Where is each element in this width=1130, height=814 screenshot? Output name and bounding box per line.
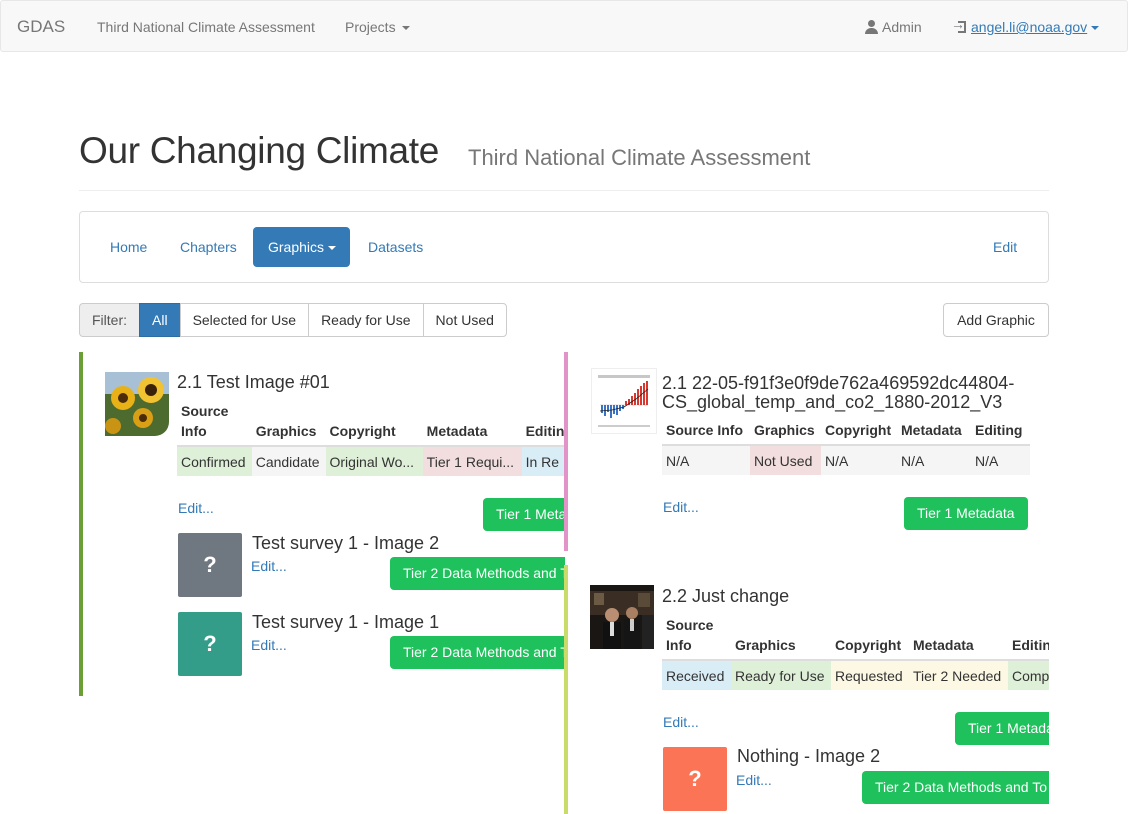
child-edit-link[interactable]: Edit... bbox=[736, 772, 772, 788]
tab-datasets[interactable]: Datasets bbox=[353, 227, 438, 267]
tab-graphics-label: Graphics bbox=[268, 239, 325, 255]
card-status-bar bbox=[79, 352, 83, 696]
status-copyright: N/A bbox=[821, 444, 897, 475]
col-editing: Editing bbox=[1012, 637, 1049, 653]
section-nav: Home Chapters Graphics Datasets Edit bbox=[79, 211, 1049, 283]
col-graphics: Graphics bbox=[735, 637, 796, 653]
col-copyright: Copyright bbox=[329, 423, 396, 439]
add-graphic-button[interactable]: Add Graphic bbox=[943, 303, 1049, 337]
filter-group: Filter: All Selected for Use Ready for U… bbox=[79, 303, 507, 337]
tab-graphics[interactable]: Graphics bbox=[253, 227, 350, 267]
col-source-info: Source Info bbox=[666, 422, 744, 438]
status-source-info: Received bbox=[662, 659, 731, 690]
tier-1-metadata-button[interactable]: Tier 1 Metadata bbox=[904, 497, 1028, 530]
admin-link[interactable]: Admin bbox=[865, 19, 922, 35]
graphic-card-2-1-global-temp: 2.1 22-05-f91f3e0f9de762a469592dc44804- … bbox=[564, 352, 1049, 551]
filter-label: Filter: bbox=[79, 303, 140, 337]
tier-1-metadata-button[interactable]: Tier 1 Meta bbox=[483, 498, 565, 531]
filter-ready-button[interactable]: Ready for Use bbox=[308, 303, 424, 337]
assessment-link[interactable]: Third National Climate Assessment bbox=[97, 19, 315, 35]
user-icon bbox=[865, 20, 878, 34]
status-graphics: Not Used bbox=[750, 444, 821, 475]
graphic-card-2-2-just-change: 2.2 Just change Source Info Graphics Cop… bbox=[564, 565, 1049, 814]
col-metadata: Metadata bbox=[913, 637, 974, 653]
status-source-info: N/A bbox=[662, 444, 750, 475]
card-status-bar bbox=[564, 565, 568, 814]
projects-dropdown[interactable]: Projects bbox=[345, 19, 410, 35]
col-source-info: Source Info bbox=[181, 403, 229, 439]
col-graphics: Graphics bbox=[255, 423, 317, 439]
card-title: 2.2 Just change bbox=[662, 586, 790, 606]
status-graphics: Candidate bbox=[251, 445, 326, 476]
tab-home[interactable]: Home bbox=[95, 227, 162, 267]
col-metadata: Metadata bbox=[901, 422, 962, 438]
placeholder-image-icon[interactable]: ? bbox=[178, 612, 242, 676]
child-edit-link[interactable]: Edit... bbox=[251, 558, 287, 574]
card-title-line-1: 2.1 22-05-f91f3e0f9de762a469592dc44804- bbox=[662, 373, 1015, 393]
status-metadata: Tier 2 Needed bbox=[909, 659, 1008, 690]
placeholder-image-icon[interactable]: ? bbox=[663, 747, 727, 811]
projects-label: Projects bbox=[345, 19, 396, 35]
user-email: angel.li@noaa.gov bbox=[971, 19, 1088, 35]
edit-project-link[interactable]: Edit bbox=[978, 227, 1032, 267]
page-subtitle: Third National Climate Assessment bbox=[468, 145, 811, 170]
col-metadata: Metadata bbox=[426, 423, 488, 439]
col-source-info: Source Info bbox=[666, 617, 714, 653]
col-copyright: Copyright bbox=[825, 422, 892, 438]
chevron-down-icon bbox=[328, 246, 337, 251]
status-table: Source Info Graphics Copyright Metadata … bbox=[662, 615, 1049, 690]
placeholder-image-icon[interactable]: ? bbox=[178, 533, 242, 597]
page-title: Our Changing Climate bbox=[79, 130, 440, 171]
card-title: 2.1 Test Image #01 bbox=[177, 372, 330, 392]
status-source-info: Confirmed bbox=[177, 445, 252, 476]
status-metadata: N/A bbox=[897, 444, 971, 475]
child-graphic-title: Nothing - Image 2 bbox=[737, 746, 881, 766]
admin-label: Admin bbox=[882, 19, 922, 35]
tier-1-metadata-button[interactable]: Tier 1 Metada bbox=[955, 712, 1049, 745]
child-edit-link[interactable]: Edit... bbox=[251, 637, 287, 653]
photo-thumbnail[interactable] bbox=[590, 585, 654, 649]
col-copyright: Copyright bbox=[835, 637, 902, 653]
status-table: Source Info Graphics Copyright Metadata … bbox=[177, 401, 565, 476]
chevron-down-icon bbox=[401, 26, 410, 31]
user-dropdown[interactable]: angel.li@noaa.gov bbox=[951, 16, 1100, 35]
tier-2-data-methods-button[interactable]: Tier 2 Data Methods and To bbox=[862, 771, 1049, 804]
sunflower-thumbnail[interactable] bbox=[105, 372, 169, 436]
chevron-down-icon bbox=[1091, 26, 1100, 31]
filter-not-used-button[interactable]: Not Used bbox=[422, 303, 507, 337]
temperature-chart-thumbnail[interactable] bbox=[591, 368, 657, 434]
graphic-card-2-1-test-image: 2.1 Test Image #01 Source Info Graphics … bbox=[79, 352, 565, 696]
status-editing: N/A bbox=[971, 444, 1030, 475]
edit-link[interactable]: Edit... bbox=[663, 714, 699, 730]
status-table: Source Info Graphics Copyright Metadata … bbox=[662, 420, 1030, 475]
card-title-line-2: CS_global_temp_and_co2_1880-2012_V3 bbox=[662, 392, 1003, 412]
status-copyright: Original Wo... bbox=[325, 445, 423, 476]
top-navbar: GDAS Third National Climate Assessment P… bbox=[0, 0, 1128, 52]
status-metadata: Tier 1 Requi... bbox=[422, 445, 522, 476]
filter-selected-button[interactable]: Selected for Use bbox=[179, 303, 310, 337]
title-divider bbox=[79, 190, 1049, 191]
col-editing: Editing bbox=[975, 422, 1023, 438]
col-graphics: Graphics bbox=[754, 422, 815, 438]
edit-link[interactable]: Edit... bbox=[663, 499, 699, 515]
status-copyright: Requested bbox=[831, 659, 909, 690]
status-editing: Comp bbox=[1008, 659, 1049, 690]
child-graphic-title: Test survey 1 - Image 2 bbox=[252, 533, 440, 553]
card-status-bar bbox=[564, 352, 568, 551]
child-graphic-title: Test survey 1 - Image 1 bbox=[252, 612, 440, 632]
tier-2-data-methods-button[interactable]: Tier 2 Data Methods and T bbox=[390, 636, 565, 669]
col-editing: Editing bbox=[525, 423, 565, 439]
status-graphics: Ready for Use bbox=[731, 659, 831, 690]
login-icon bbox=[951, 16, 967, 33]
filter-all-button[interactable]: All bbox=[139, 303, 181, 337]
tier-2-data-methods-button[interactable]: Tier 2 Data Methods and T bbox=[390, 557, 565, 590]
brand-link[interactable]: GDAS bbox=[17, 17, 65, 37]
status-editing: In Re bbox=[521, 445, 565, 476]
edit-link[interactable]: Edit... bbox=[178, 500, 214, 516]
tab-chapters[interactable]: Chapters bbox=[165, 227, 252, 267]
